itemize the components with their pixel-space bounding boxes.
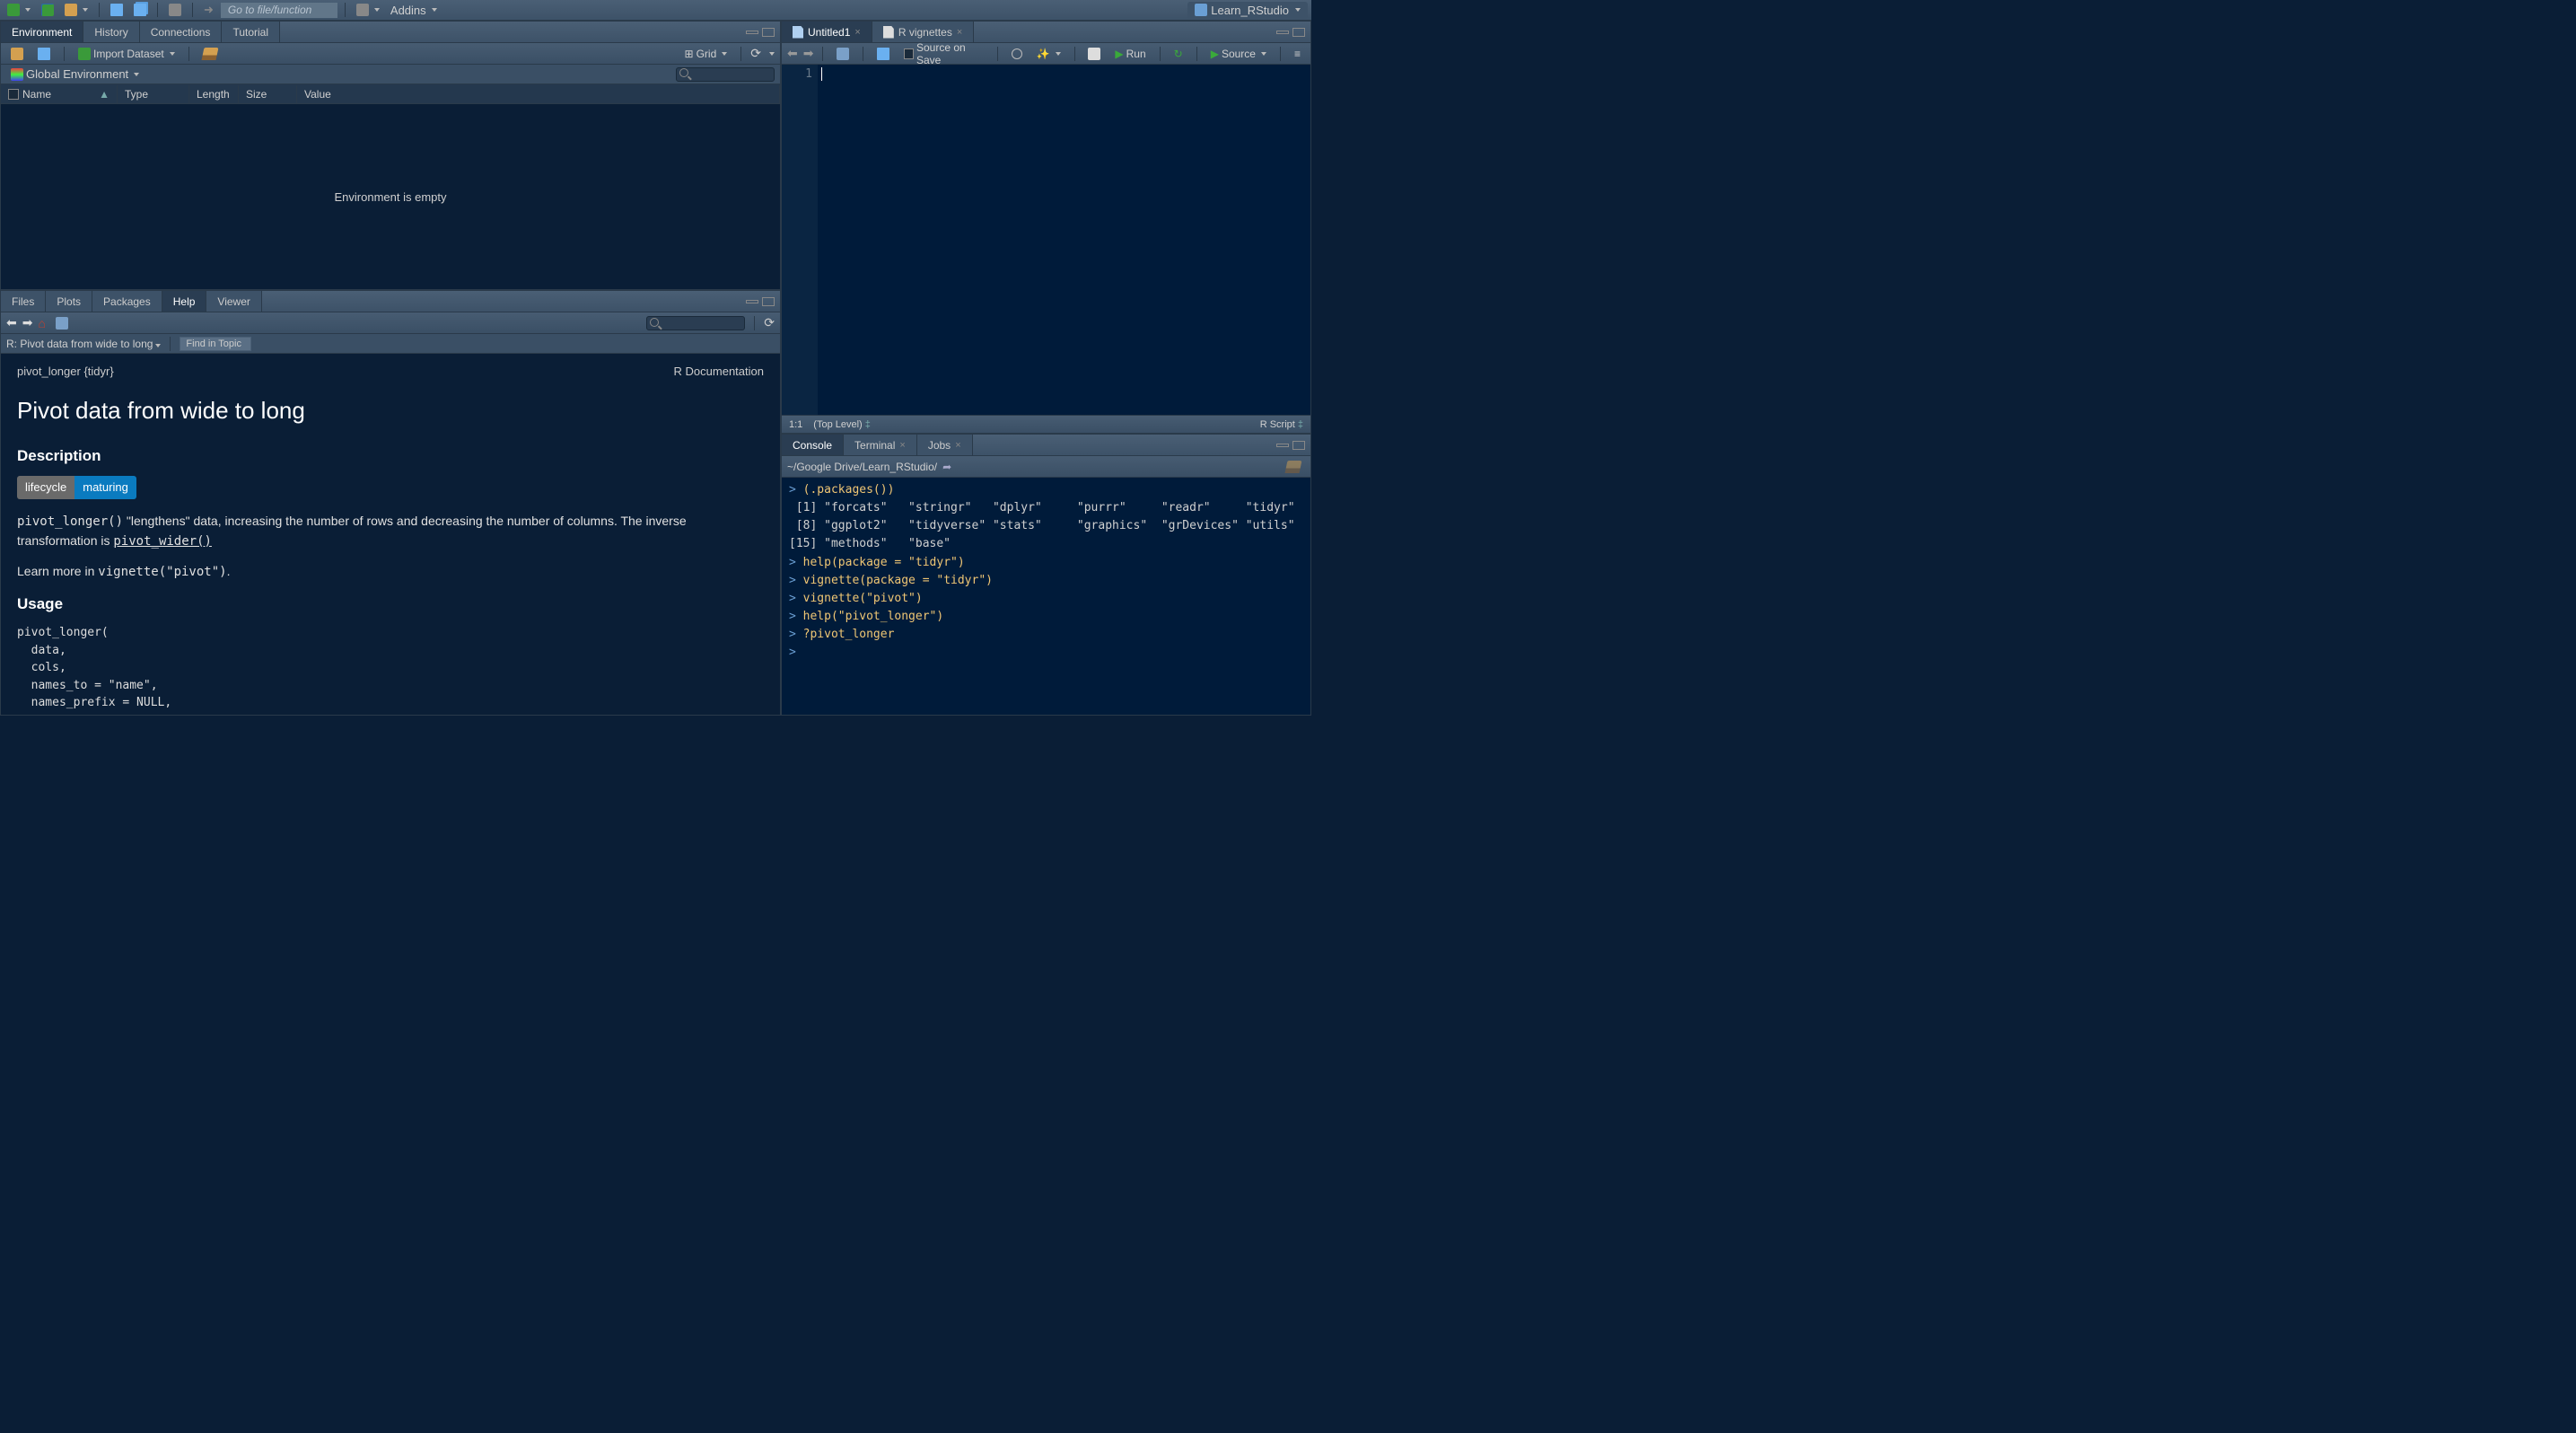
help-doc-label: R Documentation (674, 363, 764, 381)
learn-more-paragraph: Learn more in vignette("pivot"). (17, 562, 764, 582)
scope-indicator[interactable]: (Top Level) ‡ (813, 419, 871, 430)
tab-tutorial[interactable]: Tutorial (222, 22, 280, 42)
addins-button[interactable]: Addins (387, 3, 441, 18)
find-in-topic-input[interactable] (180, 337, 251, 351)
console-cwd: ~/Google Drive/Learn_RStudio/ (787, 461, 937, 473)
minimize-icon[interactable] (1276, 31, 1289, 34)
tab-viewer[interactable]: Viewer (206, 291, 261, 312)
close-icon[interactable]: × (957, 27, 962, 38)
main-toolbar: ➜ Addins Learn_RStudio (0, 0, 1311, 21)
usage-heading: Usage (17, 593, 764, 616)
view-mode-button[interactable]: ⊞ Grid (680, 47, 732, 61)
find-icon[interactable] (1007, 48, 1027, 60)
goto-arrow-icon: ➜ (200, 2, 217, 18)
console-pane: Console Terminal× Jobs× ~/Google Drive/L… (781, 434, 1311, 716)
save-button[interactable] (107, 3, 127, 17)
tab-console[interactable]: Console (782, 435, 844, 455)
print-button[interactable] (165, 3, 185, 17)
source-pane: Untitled1 × R vignettes × ⬅ ➡ Source on … (781, 21, 1311, 434)
tab-environment[interactable]: Environment (1, 22, 83, 42)
doc-icon (883, 26, 894, 39)
rerun-button[interactable]: ↻ (1170, 47, 1187, 61)
minimize-icon[interactable] (746, 300, 758, 303)
help-pane: Files Plots Packages Help Viewer ⬅ ➡ ⌂ (0, 290, 781, 716)
description-heading: Description (17, 444, 764, 468)
source-button[interactable]: ▶Source (1206, 47, 1271, 61)
refresh-icon[interactable]: ⟳ (764, 315, 775, 330)
source-on-save-checkbox[interactable]: Source on Save (899, 40, 987, 67)
back-icon[interactable]: ⬅ (787, 46, 798, 61)
pivot-wider-link[interactable]: pivot_wider() (113, 534, 212, 549)
gutter: 1 (782, 65, 818, 415)
maximize-icon[interactable] (762, 297, 775, 306)
source-tab-vignettes[interactable]: R vignettes × (872, 22, 974, 42)
tab-plots[interactable]: Plots (46, 291, 92, 312)
file-type[interactable]: R Script ‡ (1260, 419, 1303, 430)
tab-terminal[interactable]: Terminal× (844, 435, 917, 455)
select-all-checkbox[interactable] (8, 89, 19, 100)
cwd-arrow-icon[interactable]: ➦ (942, 461, 951, 473)
minimize-icon[interactable] (1276, 444, 1289, 447)
forward-icon[interactable]: ➡ (803, 46, 814, 61)
goto-input[interactable] (221, 3, 337, 18)
clear-console-button[interactable] (1282, 460, 1305, 474)
help-title: Pivot data from wide to long (17, 393, 764, 428)
wand-icon[interactable]: ✨ (1032, 47, 1065, 61)
compile-report-button[interactable] (1083, 47, 1105, 61)
lifecycle-badge-right: maturing (74, 476, 136, 499)
project-label: Learn_RStudio (1211, 4, 1289, 17)
tab-help[interactable]: Help (162, 291, 207, 312)
tab-history[interactable]: History (83, 22, 139, 42)
import-dataset-button[interactable]: Import Dataset (74, 47, 180, 61)
help-content[interactable]: pivot_longer {tidyr} R Documentation Piv… (1, 354, 780, 715)
usage-block: pivot_longer( data, cols, names_to = "na… (17, 624, 764, 715)
outline-icon[interactable]: ≡ (1290, 47, 1305, 61)
save-workspace-button[interactable] (33, 47, 55, 61)
close-icon[interactable]: × (955, 440, 960, 451)
help-func-label: pivot_longer {tidyr} (17, 363, 114, 381)
load-workspace-button[interactable] (6, 47, 28, 61)
close-icon[interactable]: × (899, 440, 905, 451)
tab-files[interactable]: Files (1, 291, 46, 312)
maximize-icon[interactable] (1292, 28, 1305, 37)
open-file-button[interactable] (61, 3, 92, 17)
scope-selector[interactable]: Global Environment (6, 66, 144, 82)
close-icon[interactable]: × (854, 27, 860, 38)
help-breadcrumb[interactable]: R: Pivot data from wide to long (6, 338, 161, 350)
help-forward-icon[interactable]: ➡ (22, 315, 33, 330)
minimize-icon[interactable] (746, 31, 758, 34)
search-icon (650, 318, 659, 327)
save-all-button[interactable] (130, 3, 150, 17)
home-icon[interactable]: ⌂ (38, 316, 45, 330)
search-icon (679, 68, 688, 77)
maximize-icon[interactable] (1292, 441, 1305, 450)
help-back-icon[interactable]: ⬅ (6, 315, 17, 330)
clear-workspace-button[interactable] (198, 47, 222, 61)
source-editor[interactable]: 1 (782, 65, 1310, 415)
rdoc-icon (793, 26, 803, 39)
maximize-icon[interactable] (762, 28, 775, 37)
project-icon (1195, 4, 1207, 16)
env-empty-message: Environment is empty (1, 104, 780, 289)
env-columns-header: Name▲ Type Length Size Value (1, 84, 780, 104)
tab-connections[interactable]: Connections (140, 22, 223, 42)
cursor-pos[interactable]: 1:1 (789, 419, 802, 430)
source-tab-untitled1[interactable]: Untitled1 × (782, 22, 872, 42)
lifecycle-badge-left: lifecycle (17, 476, 74, 499)
refresh-icon[interactable]: ⟳ (750, 46, 761, 61)
console-output[interactable]: > (.packages()) [1] "forcats" "stringr" … (782, 478, 1310, 715)
help-popout-button[interactable] (51, 316, 73, 330)
description-paragraph: pivot_longer() "lengthens" data, increas… (17, 512, 764, 551)
new-project-button[interactable] (38, 3, 57, 17)
tab-packages[interactable]: Packages (92, 291, 162, 312)
show-in-new-window-button[interactable] (832, 47, 854, 61)
save-source-button[interactable] (872, 47, 894, 61)
project-menu[interactable]: Learn_RStudio (1187, 2, 1308, 19)
run-button[interactable]: ▶Run (1110, 47, 1150, 61)
tab-jobs[interactable]: Jobs× (917, 435, 973, 455)
source-statusbar: 1:1 (Top Level) ‡ R Script ‡ (782, 415, 1310, 433)
environment-pane: Environment History Connections Tutorial… (0, 21, 781, 290)
new-file-button[interactable] (4, 3, 34, 17)
panes-button[interactable] (353, 3, 383, 17)
